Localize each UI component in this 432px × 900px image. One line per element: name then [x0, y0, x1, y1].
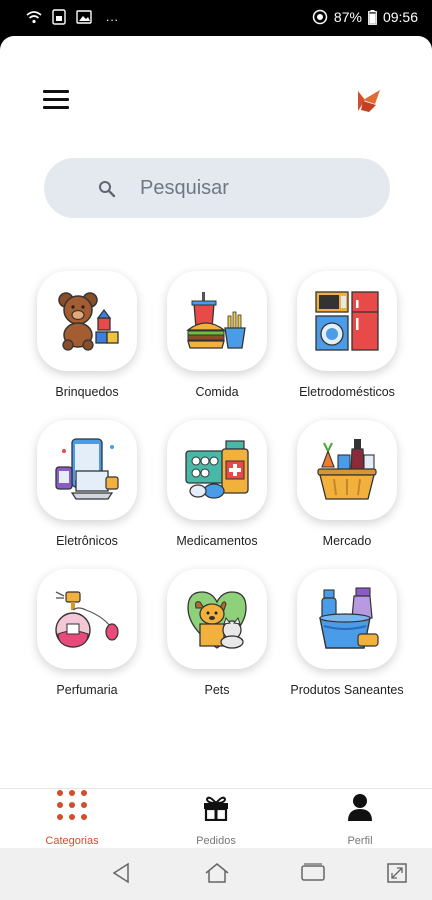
electronics-icon — [55, 438, 119, 500]
category-tile — [167, 569, 267, 669]
category-comida[interactable]: Comida — [157, 271, 277, 400]
category-label: Medicamentos — [176, 534, 258, 548]
nav-label: Categorias — [45, 835, 99, 847]
category-label: Produtos Saneantes — [290, 683, 404, 697]
search-input[interactable] — [140, 158, 370, 218]
home-icon[interactable] — [204, 862, 230, 884]
grocery-basket-icon — [317, 439, 377, 500]
cleaning-products-icon — [319, 587, 379, 649]
category-brinquedos[interactable]: Brinquedos — [27, 271, 147, 400]
user-icon — [348, 794, 372, 821]
clock: 09:56 — [382, 9, 418, 25]
category-tile — [37, 420, 137, 520]
pets-icon — [187, 591, 247, 649]
appliances-icon — [315, 291, 379, 351]
grid-dots-icon — [57, 790, 87, 820]
category-label: Mercado — [322, 534, 372, 548]
category-tile — [37, 569, 137, 669]
system-navigation-bar — [0, 848, 432, 900]
nav-perfil[interactable]: Perfil — [288, 789, 432, 848]
category-produtos-saneantes[interactable]: Produtos Saneantes — [287, 569, 407, 698]
battery-icon — [368, 9, 377, 25]
more-notifications: ... — [106, 10, 120, 24]
category-medicamentos[interactable]: Medicamentos — [157, 420, 277, 549]
sim-card-icon — [52, 9, 66, 25]
category-eletrodomesticos[interactable]: Eletrodomésticos — [287, 271, 407, 400]
category-label: Pets — [204, 683, 230, 697]
wifi-icon — [26, 11, 42, 24]
category-perfumaria[interactable]: Perfumaria — [27, 569, 147, 698]
bottom-navigation: Categorias Pedidos Perfil — [0, 788, 432, 848]
teddy-bear-icon — [58, 292, 119, 351]
category-tile — [167, 271, 267, 371]
gift-icon — [204, 796, 228, 821]
nav-label: Perfil — [347, 835, 373, 847]
category-tile — [167, 420, 267, 520]
food-icon — [186, 292, 246, 349]
category-tile — [297, 420, 397, 520]
fullscreen-toggle-icon[interactable] — [386, 862, 408, 884]
category-label: Eletrônicos — [56, 534, 118, 548]
nav-pedidos[interactable]: Pedidos — [144, 789, 288, 848]
nav-categorias[interactable]: Categorias — [0, 789, 144, 848]
category-tile — [297, 271, 397, 371]
hamburger-menu-icon[interactable] — [43, 90, 69, 110]
app-screen: Brinquedos Comida — [0, 36, 432, 848]
status-icons-right: 87% 09:56 — [312, 9, 418, 25]
status-icons-left: ... — [26, 9, 119, 25]
image-notification-icon — [76, 10, 92, 24]
nav-label: Pedidos — [196, 835, 236, 847]
category-label: Comida — [195, 385, 239, 399]
category-mercado[interactable]: Mercado — [287, 420, 407, 549]
category-label: Perfumaria — [56, 683, 118, 697]
category-tile — [297, 569, 397, 669]
medicine-icon — [185, 440, 249, 499]
category-eletronicos[interactable]: Eletrônicos — [27, 420, 147, 549]
category-tile — [37, 271, 137, 371]
perfume-icon — [55, 591, 119, 648]
rotation-lock-icon — [312, 9, 328, 25]
status-bar: ... 87% 09:56 — [0, 0, 432, 36]
back-icon[interactable] — [110, 862, 132, 884]
category-pets[interactable]: Pets — [157, 569, 277, 698]
category-label: Brinquedos — [55, 385, 119, 399]
search-bar[interactable] — [44, 158, 390, 218]
recent-apps-icon[interactable] — [300, 862, 326, 884]
battery-percent: 87% — [333, 9, 362, 25]
search-icon — [99, 181, 116, 198]
category-label: Eletrodomésticos — [299, 385, 395, 399]
brand-logo-icon — [358, 90, 380, 112]
